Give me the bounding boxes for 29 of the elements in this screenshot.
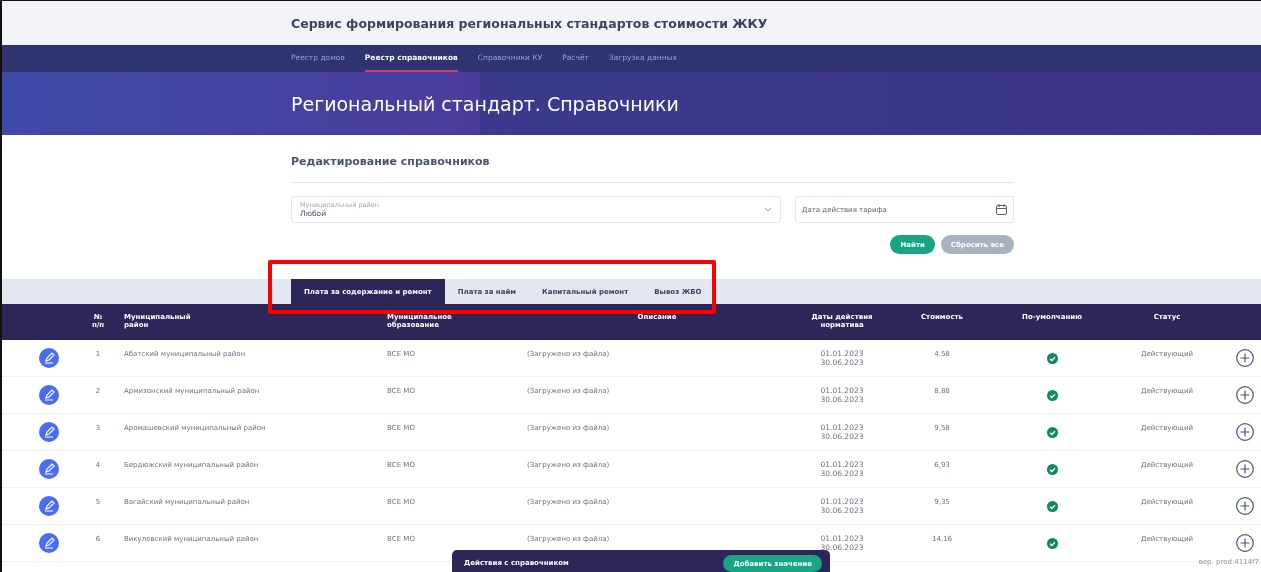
section-title: Редактирование справочников [291,155,491,168]
pencil-icon [43,463,55,475]
edit-button[interactable] [39,385,59,405]
page-title: Региональный стандарт. Справочники [291,92,680,115]
edit-button[interactable] [39,496,59,516]
calendar-icon [996,204,1007,215]
edit-button[interactable] [39,459,59,479]
plus-circle-icon [1236,497,1254,515]
edit-button[interactable] [39,422,59,442]
pencil-icon [43,426,55,438]
pencil-icon [43,537,55,549]
add-button[interactable] [1236,460,1254,478]
edit-button[interactable] [39,348,59,368]
add-button[interactable] [1236,497,1254,515]
app-title: Сервис формирования региональных стандартов стоимости ЖКУ [291,15,769,31]
pencil-icon [43,389,55,401]
add-button[interactable] [1236,349,1254,367]
plus-circle-icon [1236,349,1254,367]
add-button[interactable] [1236,423,1254,441]
plus-circle-icon [1236,534,1254,552]
pencil-icon [43,500,55,512]
plus-circle-icon [1236,460,1254,478]
edit-button[interactable] [39,533,59,553]
plus-circle-icon [1236,423,1254,441]
add-button[interactable] [1236,534,1254,552]
plus-circle-icon [1236,386,1254,404]
chevron-down-icon [764,207,772,212]
pencil-icon [43,352,55,364]
add-button[interactable] [1236,386,1254,404]
